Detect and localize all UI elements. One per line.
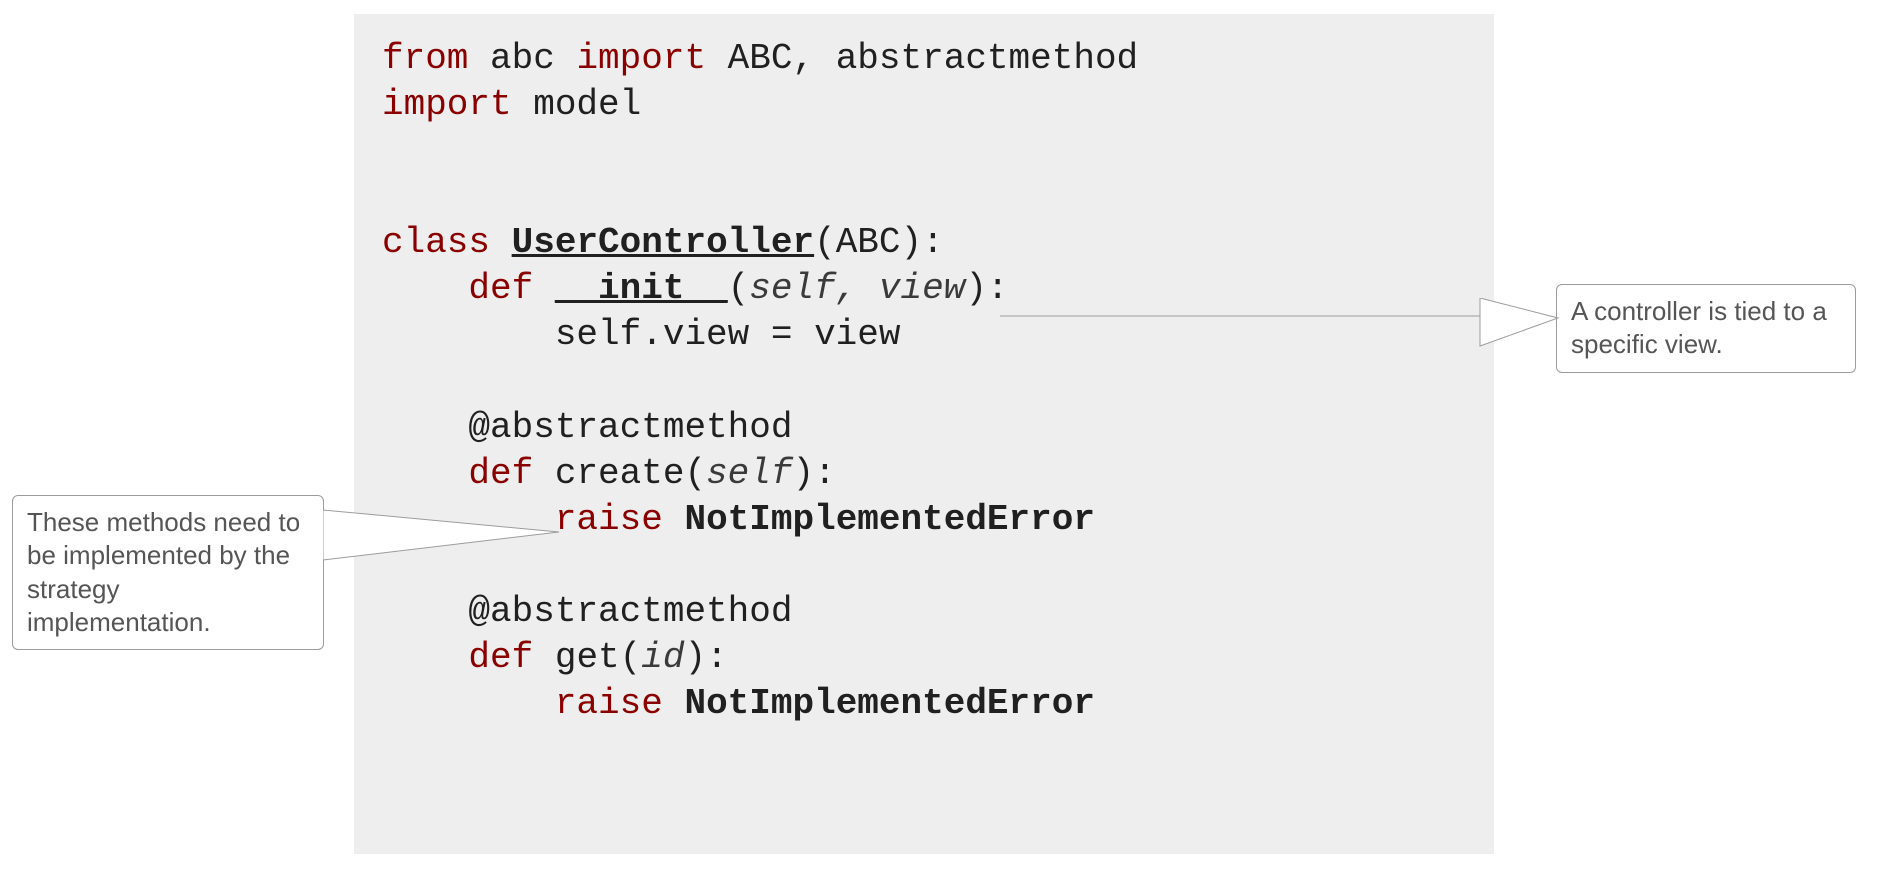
callout-controller-view: A controller is tied to a specific view.: [1556, 284, 1856, 373]
indent: [382, 683, 555, 724]
code-line-11: raise NotImplementedError: [382, 499, 1095, 540]
keyword-import: import: [382, 84, 512, 125]
text: ):: [684, 637, 727, 678]
params: self, view: [749, 268, 965, 309]
keyword-def: def: [468, 268, 533, 309]
diagram-stage: from abc import ABC, abstractmethod impo…: [0, 0, 1894, 894]
text: ABC, abstractmethod: [706, 38, 1138, 79]
keyword-import: import: [576, 38, 706, 79]
text: create(: [533, 453, 706, 494]
code-line-1: from abc import ABC, abstractmethod: [382, 38, 1138, 79]
code-line-6: def __init__(self, view):: [382, 268, 1009, 309]
indent: [382, 499, 555, 540]
keyword-from: from: [382, 38, 468, 79]
text: ):: [792, 453, 835, 494]
space: [490, 222, 512, 263]
params: id: [641, 637, 684, 678]
keyword-def: def: [468, 637, 533, 678]
params: self: [706, 453, 792, 494]
code-line-14: def get(id):: [382, 637, 728, 678]
error-class: NotImplementedError: [684, 683, 1094, 724]
text: get(: [533, 637, 641, 678]
space: [533, 268, 555, 309]
indent: [382, 637, 468, 678]
error-class: NotImplementedError: [684, 499, 1094, 540]
indent: [382, 314, 555, 355]
space: [663, 683, 685, 724]
text: abc: [468, 38, 576, 79]
callout-text: A controller is tied to a specific view.: [1571, 296, 1827, 359]
code-line-13: @abstractmethod: [382, 591, 792, 632]
paren: ):: [965, 268, 1008, 309]
indent: [382, 268, 468, 309]
indent: [382, 407, 468, 448]
space: [663, 499, 685, 540]
code-block: from abc import ABC, abstractmethod impo…: [354, 14, 1494, 854]
indent: [382, 591, 468, 632]
code-line-9: @abstractmethod: [382, 407, 792, 448]
indent: [382, 453, 468, 494]
class-name: UserController: [512, 222, 814, 263]
code-line-5: class UserController(ABC):: [382, 222, 944, 263]
keyword-raise: raise: [555, 499, 663, 540]
keyword-raise: raise: [555, 683, 663, 724]
keyword-class: class: [382, 222, 490, 263]
paren: (: [728, 268, 750, 309]
text: self.view = view: [555, 314, 901, 355]
callout-text: These methods need to be implemented by …: [27, 507, 300, 637]
code-line-2: import model: [382, 84, 641, 125]
code-line-7: self.view = view: [382, 314, 900, 355]
code-line-15: raise NotImplementedError: [382, 683, 1095, 724]
code-line-10: def create(self):: [382, 453, 836, 494]
callout-strategy-methods: These methods need to be implemented by …: [12, 495, 324, 650]
text: (ABC):: [814, 222, 944, 263]
decorator: @abstractmethod: [468, 591, 792, 632]
decorator: @abstractmethod: [468, 407, 792, 448]
method-init: __init__: [555, 268, 728, 309]
keyword-def: def: [468, 453, 533, 494]
text: model: [512, 84, 642, 125]
